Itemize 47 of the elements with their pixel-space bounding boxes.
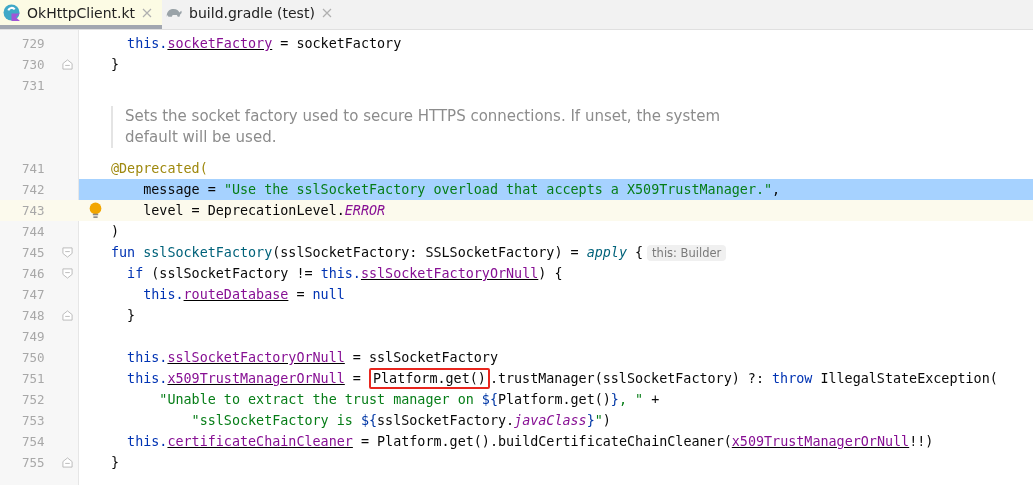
editor-tab[interactable]: OkHttpClient.kt <box>0 0 163 29</box>
code-line: this.sslSocketFactoryOrNull = sslSocketFactory <box>126 349 498 367</box>
code-line: if (sslSocketFactory != this.sslSocketFactoryOrNull) { <box>126 265 563 283</box>
line-number: 742 <box>21 182 46 197</box>
line-number: 751 <box>21 371 46 386</box>
code-line: level = DeprecationLevel.ERROR <box>142 202 386 220</box>
fold-marker-icon[interactable] <box>62 310 73 321</box>
line-number: 729 <box>21 36 46 51</box>
line-number: 750 <box>21 350 46 365</box>
code-line: this.socketFactory = socketFactory <box>126 35 402 53</box>
code-line: } <box>111 56 120 74</box>
lightbulb-icon[interactable] <box>88 202 102 219</box>
code-line: } <box>126 307 136 325</box>
line-number: 746 <box>21 266 46 281</box>
line-number: 753 <box>21 413 46 428</box>
line-number: 754 <box>21 434 46 449</box>
line-number: 730 <box>21 57 46 72</box>
close-icon[interactable] <box>321 7 332 18</box>
code-line: @Deprecated( <box>111 160 208 178</box>
code-line: this.routeDatabase = null <box>142 286 345 304</box>
line-number: 741 <box>21 161 46 176</box>
line-number: 755 <box>21 455 46 470</box>
code-line: "Unable to extract the trust manager on ${Platform.get()}, " + <box>158 391 660 409</box>
fold-marker-icon[interactable] <box>62 268 73 279</box>
line-number: 752 <box>21 392 46 407</box>
code-line: ) <box>111 223 120 241</box>
line-number: 744 <box>21 224 46 239</box>
close-icon[interactable] <box>142 7 153 18</box>
kotlin-file-icon <box>3 4 20 21</box>
code-line: this.x509TrustManagerOrNull = Platform.get() .trustManager(sslSocketFactory) ?: throw IllegalStateException( <box>111 367 998 390</box>
code-line: fun sslSocketFactory(sslSocketFactory: SSLSocketFactory) = apply { <box>111 244 644 262</box>
inlay-hint: this: Builder <box>647 244 727 261</box>
fold-marker-icon[interactable] <box>62 59 73 70</box>
fold-marker-icon[interactable] <box>62 247 73 258</box>
code-line: this.certificateChainCleaner = Platform.get().buildCertificateChainCleaner(x509TrustManagerOrNull!!) <box>126 433 934 451</box>
line-number: 748 <box>21 308 46 323</box>
line-number: 749 <box>21 329 46 344</box>
editor-tab[interactable]: build.gradle (test) <box>162 0 342 29</box>
line-number: 731 <box>21 78 46 93</box>
fold-marker-icon[interactable] <box>62 457 73 468</box>
line-number: 745 <box>21 245 46 260</box>
doc-comment: Sets the socket factory used to secure HTTPS connections. If unset, the system default will be used. <box>111 106 745 148</box>
code-line: } <box>111 454 120 472</box>
line-number: 743 <box>21 203 46 218</box>
line-number: 747 <box>21 287 46 302</box>
code-line: "sslSocketFactory is ${sslSocketFactory.javaClass}") <box>190 412 611 430</box>
code-line: message = "Use the sslSocketFactory overload that accepts a X509TrustManager.", <box>142 181 781 199</box>
